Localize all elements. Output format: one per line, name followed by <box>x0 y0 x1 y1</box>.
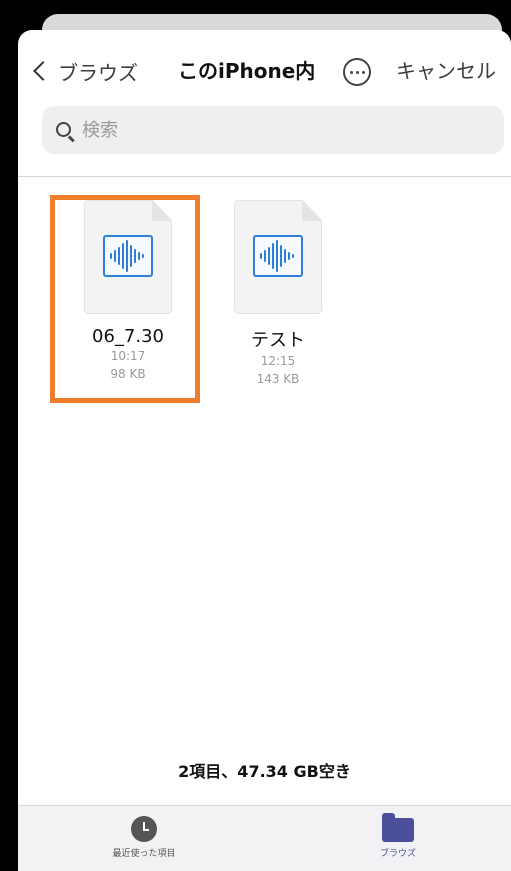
clock-icon <box>131 816 157 842</box>
tab-bar: 最近使った項目 ブラウズ <box>18 805 511 871</box>
search-icon <box>56 122 72 138</box>
file-time: 12:15 <box>260 354 296 368</box>
file-name: 06_7.30 <box>92 326 164 347</box>
navigation-bar: ブラウズ このiPhone内 キャンセル <box>18 30 511 110</box>
file-item[interactable]: 06_7.30 10:17 98 KB <box>63 200 193 383</box>
file-time: 10:17 <box>110 349 146 363</box>
search-input[interactable] <box>80 118 464 142</box>
screen: ブラウズ このiPhone内 キャンセル 検索 06_7.30 10:17 98… <box>0 0 511 871</box>
tab-recents[interactable]: 最近使った項目 <box>84 816 204 859</box>
search-bar[interactable] <box>42 106 504 154</box>
audio-waveform-icon <box>253 235 303 277</box>
file-size: 143 KB <box>256 372 300 386</box>
file-name: テスト <box>251 330 305 351</box>
file-thumbnail <box>84 200 172 314</box>
page-title: このiPhone内 <box>178 59 316 83</box>
file-picker-sheet: ブラウズ このiPhone内 キャンセル 検索 06_7.30 10:17 98… <box>18 30 511 871</box>
tab-recents-label: 最近使った項目 <box>112 849 176 859</box>
tab-browse[interactable]: ブラウズ <box>338 813 458 859</box>
back-button-label: ブラウズ <box>58 60 138 85</box>
folder-icon <box>382 813 414 842</box>
tab-browse-label: ブラウズ <box>379 849 416 859</box>
chevron-left-icon <box>33 61 53 81</box>
file-size: 98 KB <box>110 367 146 381</box>
file-thumbnail <box>234 200 322 314</box>
file-item[interactable]: テスト 12:15 143 KB <box>213 200 343 388</box>
storage-info: 2項目、47.34 GB空き <box>178 762 351 781</box>
cancel-button[interactable]: キャンセル <box>396 56 496 86</box>
more-options-icon[interactable] <box>343 58 371 86</box>
back-button[interactable]: ブラウズ <box>32 56 138 86</box>
audio-waveform-icon <box>103 235 153 277</box>
divider <box>18 176 511 177</box>
